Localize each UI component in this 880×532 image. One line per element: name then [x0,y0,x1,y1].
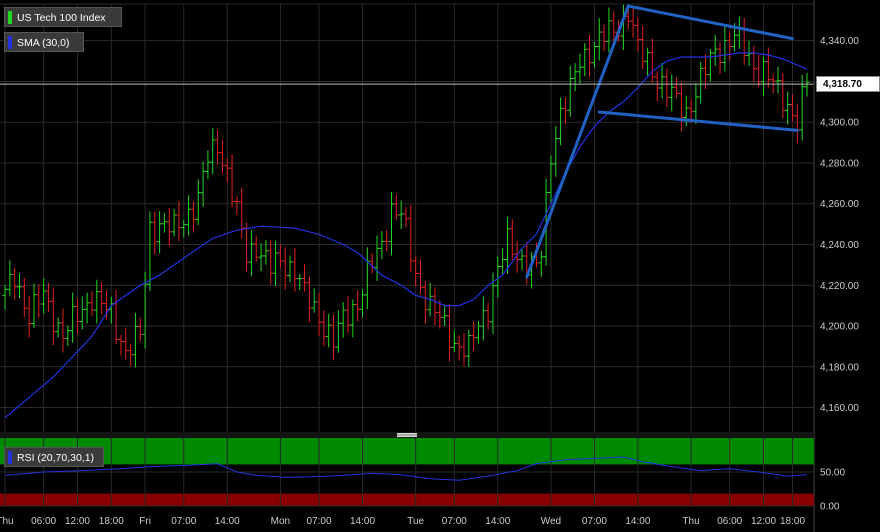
x-tick-label: Tue [407,516,424,527]
x-tick-label: 14:00 [350,516,375,527]
last-price-badge: 4,318.70 [816,76,880,93]
x-tick-label: Wed [541,516,561,527]
chart-canvas: 4,160.00 4,180.00 4,200.00 4,220.00 4,240.00… [0,0,859,532]
trendlines [525,4,799,279]
x-tick-label: 12:00 [751,516,776,527]
legend-label: SMA (30,0) [17,37,70,49]
x-tick-label: 18:00 [780,516,805,527]
y-tick-label: 4,340.00 [820,36,859,47]
x-tick-label: 14:00 [215,516,240,527]
y-tick-label: 4,180.00 [820,362,859,373]
legend-us-tech-100[interactable]: US Tech 100 Index [4,7,122,27]
legend-rsi[interactable]: RSI (20,70,30,1) [4,447,104,467]
x-tick-label: 07:00 [442,516,467,527]
y-tick-label: 4,240.00 [820,240,859,251]
trendline [626,4,795,41]
rsi-gridlines [0,438,814,507]
y-tick-label: 4,200.00 [820,322,859,333]
candlesticks [2,4,810,368]
rsi-tick-label: 50.00 [820,468,845,479]
rsi-tick-label: 0.00 [820,502,840,513]
legend-sma[interactable]: SMA (30,0) [4,32,84,52]
x-tick-label: 14:00 [485,516,510,527]
legend-label: US Tech 100 Index [17,12,106,24]
trendline [597,110,799,132]
x-tick-label: 06:00 [717,516,742,527]
y-tick-label: 4,160.00 [820,403,859,414]
x-tick-label: Thu [682,516,699,527]
legend-swatch-blue [8,36,12,49]
legend-label: RSI (20,70,30,1) [17,452,95,464]
x-tick-label: 07:00 [582,516,607,527]
y-tick-label: 4,280.00 [820,158,859,169]
time-axis: Thu 06:00 12:00 18:00 Fri 07:00 14:00 Mon 07:00 1… [0,516,805,527]
x-tick-label: Fri [139,516,151,527]
y-tick-label: 4,260.00 [820,199,859,210]
rsi-axis: 50.00 0.00 [820,468,845,513]
x-tick-label: 07:00 [171,516,196,527]
x-tick-label: 07:00 [307,516,332,527]
trendline [525,4,630,279]
rsi-overbought-zone [0,438,814,465]
x-tick-label: 18:00 [99,516,124,527]
x-tick-label: 12:00 [65,516,90,527]
y-tick-label: 4,220.00 [820,281,859,292]
rsi-oversold-zone [0,493,814,506]
y-tick-label: 4,300.00 [820,118,859,129]
pane-resize-handle-icon[interactable] [397,433,417,437]
main-gridlines [0,3,814,432]
legend-swatch-green [8,11,12,24]
x-tick-label: Thu [0,516,14,527]
x-tick-label: Mon [271,516,290,527]
legend-swatch-blue [8,451,12,464]
x-tick-label: 14:00 [625,516,650,527]
x-tick-label: 06:00 [31,516,56,527]
